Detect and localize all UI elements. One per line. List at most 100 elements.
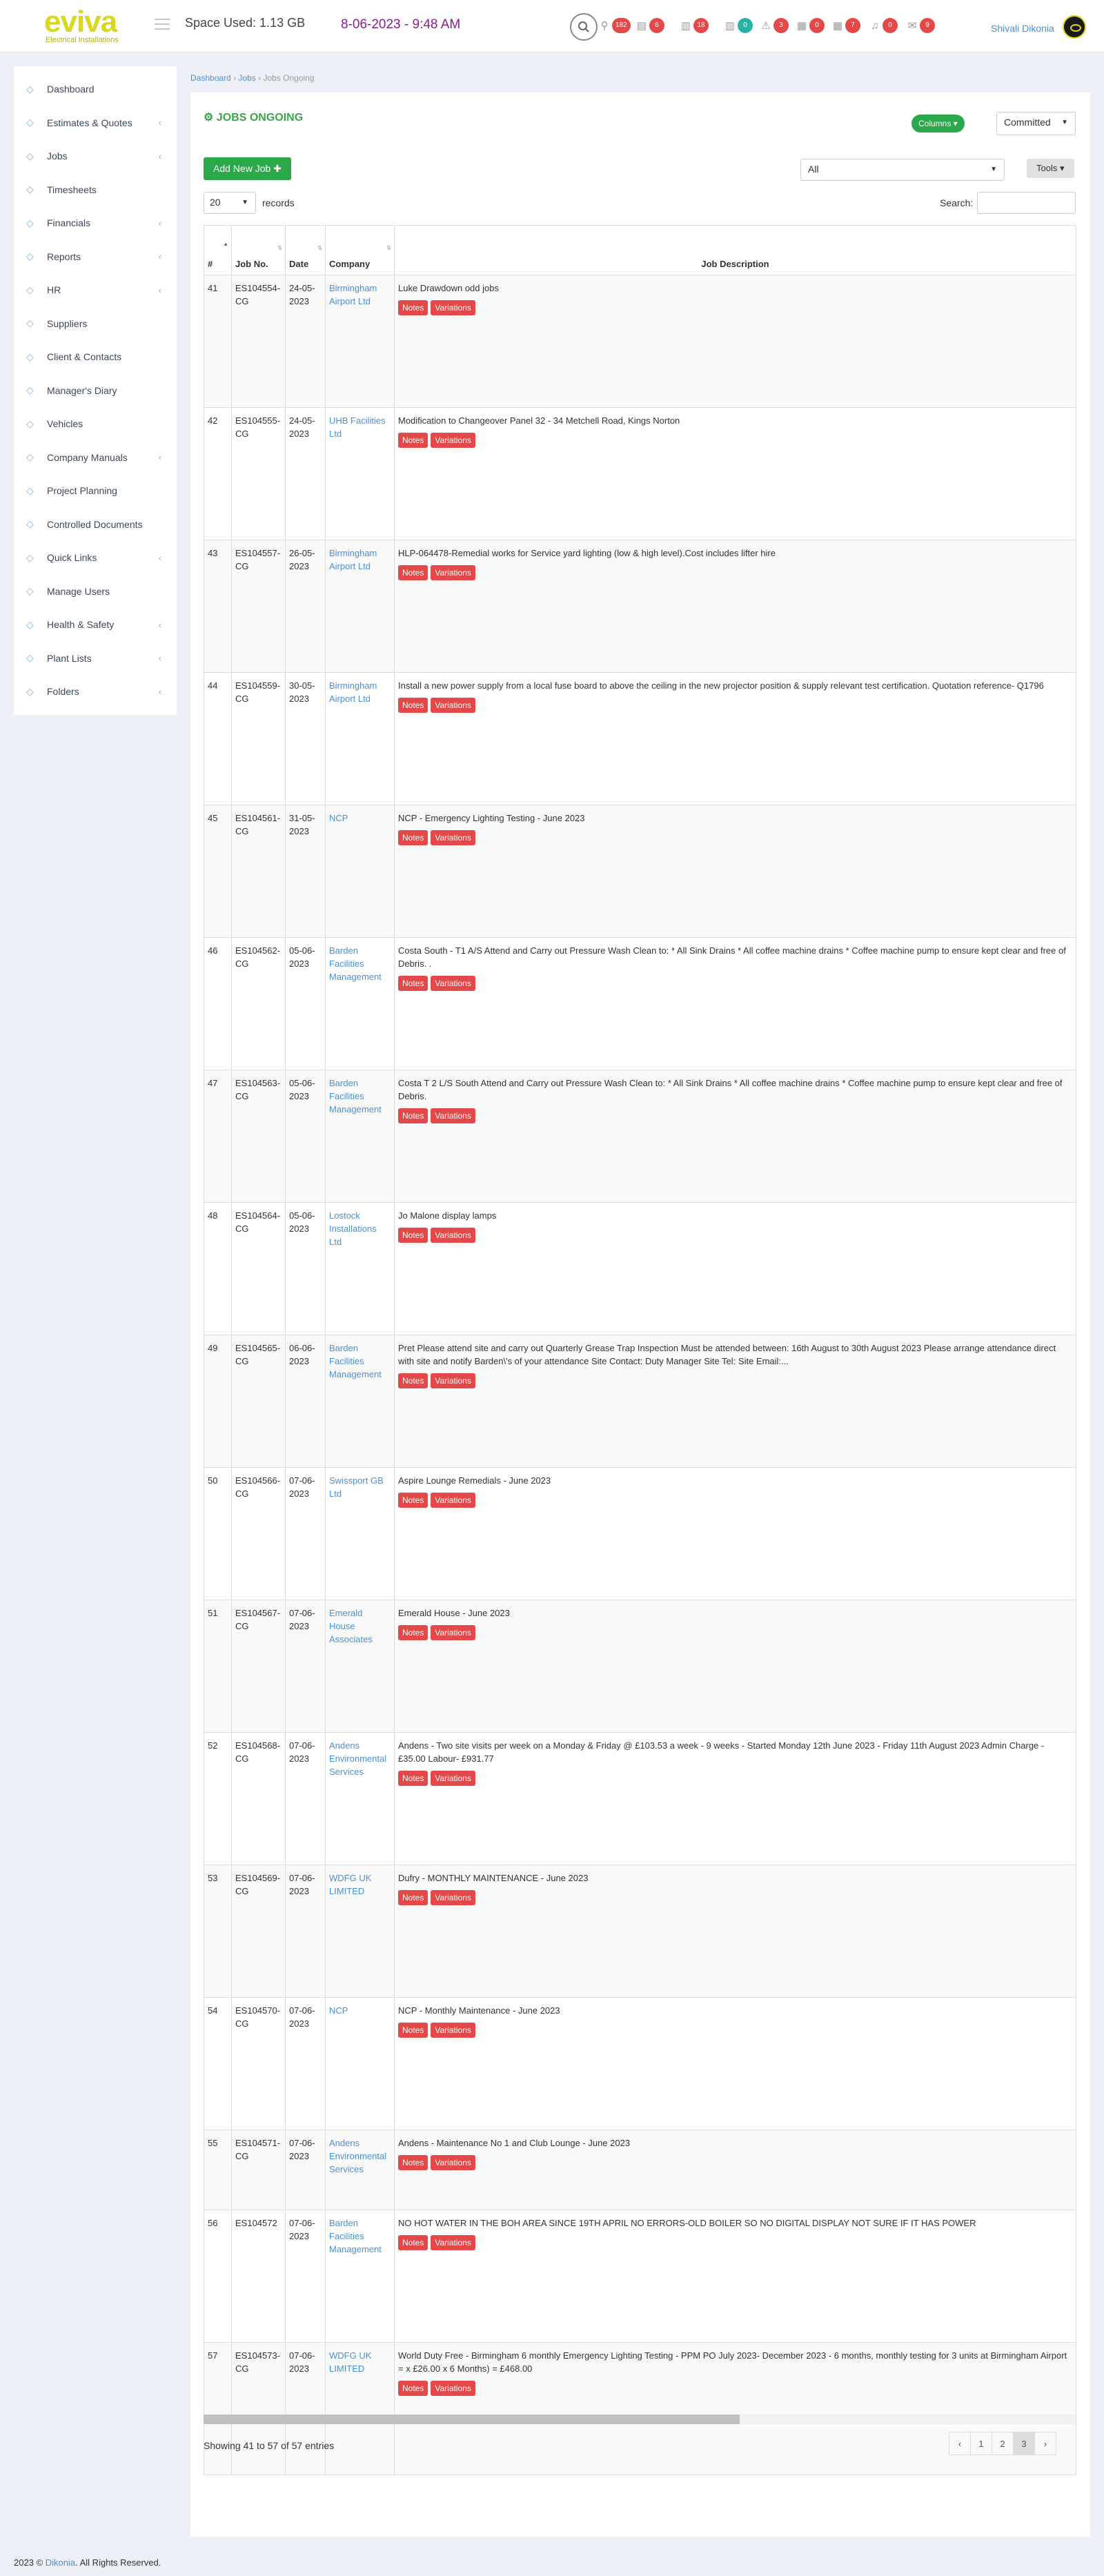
- notes-button[interactable]: Notes: [398, 1625, 428, 1640]
- app-logo[interactable]: eviva Electrical Installations: [44, 7, 119, 45]
- company-link[interactable]: Andens Environmental Services: [325, 1732, 395, 1865]
- job-number[interactable]: ES104554-CG: [231, 275, 286, 408]
- horizontal-scrollbar[interactable]: [204, 2415, 1076, 2424]
- sidebar-item-client-contacts[interactable]: ◇ Client & Contacts: [14, 342, 177, 372]
- notification-filter[interactable]: ⚲ 182: [599, 18, 631, 33]
- notes-button[interactable]: Notes: [398, 2023, 428, 2038]
- variations-button[interactable]: Variations: [431, 830, 475, 845]
- company-link[interactable]: WDFG UK LIMITED: [325, 1865, 395, 1998]
- company-link[interactable]: Barden Facilities Management: [325, 1335, 395, 1468]
- job-number[interactable]: ES104561-CG: [231, 805, 286, 938]
- job-number[interactable]: ES104555-CG: [231, 407, 286, 540]
- notification-warning[interactable]: ⚠ 3: [760, 18, 789, 33]
- variations-button[interactable]: Variations: [431, 2023, 475, 2038]
- columns-button[interactable]: Columns ▾: [911, 115, 965, 132]
- notes-button[interactable]: Notes: [398, 300, 428, 315]
- notification-mail[interactable]: ✉ 9: [907, 18, 935, 33]
- notes-button[interactable]: Notes: [398, 2381, 428, 2396]
- job-number[interactable]: ES104563-CG: [231, 1070, 286, 1203]
- sidebar-item-jobs[interactable]: ◇ Jobs ‹: [14, 141, 177, 171]
- sidebar-item-company-manuals[interactable]: ◇ Company Manuals ‹: [14, 442, 177, 473]
- variations-button[interactable]: Variations: [431, 2235, 475, 2250]
- notes-button[interactable]: Notes: [398, 1108, 428, 1123]
- company-link[interactable]: NCP: [325, 1997, 395, 2130]
- notes-button[interactable]: Notes: [398, 2155, 428, 2170]
- job-number[interactable]: ES104562-CG: [231, 937, 286, 1070]
- notes-button[interactable]: Notes: [398, 976, 428, 991]
- job-number[interactable]: ES104569-CG: [231, 1865, 286, 1998]
- company-link[interactable]: Barden Facilities Management: [325, 937, 395, 1070]
- sidebar-item-manage-users[interactable]: ◇ Manage Users: [14, 576, 177, 607]
- company-link[interactable]: WDFG UK LIMITED: [325, 2342, 395, 2475]
- notification-book-open[interactable]: ▥ 0: [724, 18, 753, 33]
- col-header-date[interactable]: ⇅ Date: [285, 225, 326, 275]
- company-link[interactable]: Birmingham Airport Ltd: [325, 540, 395, 673]
- col-header-job-no[interactable]: ⇅ Job No.: [231, 225, 286, 275]
- variations-button[interactable]: Variations: [431, 1625, 475, 1640]
- company-link[interactable]: Andens Environmental Services: [325, 2130, 395, 2210]
- search-icon[interactable]: [570, 13, 598, 41]
- breadcrumb-jobs[interactable]: Jobs: [238, 73, 255, 83]
- pagination-page-2[interactable]: 2: [992, 2432, 1014, 2455]
- menu-toggle-icon[interactable]: [155, 19, 170, 31]
- company-link[interactable]: Birmingham Airport Ltd: [325, 672, 395, 805]
- status-select[interactable]: Committed ▼: [996, 112, 1076, 135]
- breadcrumb-dashboard[interactable]: Dashboard: [190, 73, 231, 83]
- notes-button[interactable]: Notes: [398, 698, 428, 713]
- tools-button[interactable]: Tools ▾: [1027, 159, 1074, 178]
- job-number[interactable]: ES104573-CG: [231, 2342, 286, 2475]
- col-header-description[interactable]: Job Description: [394, 225, 1076, 275]
- sidebar-item-vehicles[interactable]: ◇ Vehicles: [14, 409, 177, 439]
- sidebar-item-plant-lists[interactable]: ◇ Plant Lists ‹: [14, 643, 177, 674]
- notification-book[interactable]: ▥ 18: [680, 18, 709, 33]
- table-row[interactable]: 46 ES104562-CG 05-06-2023 Barden Facilities…: [204, 937, 1076, 1070]
- sidebar-item-timesheets[interactable]: ◇ Timesheets: [14, 175, 177, 205]
- table-row[interactable]: 54 ES104570-CG 07-06-2023 NCP NCP - Monthly …: [204, 1997, 1076, 2130]
- variations-button[interactable]: Variations: [431, 300, 475, 315]
- sidebar-item-hr[interactable]: ◇ HR ‹: [14, 275, 177, 305]
- notes-button[interactable]: Notes: [398, 830, 428, 845]
- job-number[interactable]: ES104571-CG: [231, 2130, 286, 2210]
- notification-calendar[interactable]: ▦ 0: [796, 18, 825, 33]
- variations-button[interactable]: Variations: [431, 2381, 475, 2396]
- avatar[interactable]: [1063, 15, 1086, 39]
- pagination-page-1[interactable]: 1: [970, 2432, 992, 2455]
- col-header-company[interactable]: ⇅ Company: [325, 225, 395, 275]
- table-row[interactable]: 55 ES104571-CG 07-06-2023 Andens Environmen…: [204, 2130, 1076, 2210]
- table-row[interactable]: 45 ES104561-CG 31-05-2023 NCP NCP - Emergenc…: [204, 805, 1076, 938]
- job-number[interactable]: ES104570-CG: [231, 1997, 286, 2130]
- variations-button[interactable]: Variations: [431, 565, 475, 580]
- sidebar-item-project-planning[interactable]: ◇ Project Planning: [14, 475, 177, 506]
- sidebar-item-folders[interactable]: ◇ Folders ‹: [14, 676, 177, 707]
- company-link[interactable]: Barden Facilities Management: [325, 1070, 395, 1203]
- table-row[interactable]: 51 ES104567-CG 07-06-2023 Emerald House Ass…: [204, 1600, 1076, 1733]
- table-row[interactable]: 52 ES104568-CG 07-06-2023 Andens Environmen…: [204, 1732, 1076, 1865]
- sidebar-item-estimates-quotes[interactable]: ◇ Estimates & Quotes ‹: [14, 108, 177, 138]
- variations-button[interactable]: Variations: [431, 2155, 475, 2170]
- company-link[interactable]: Swissport GB Ltd: [325, 1467, 395, 1600]
- sidebar-item-controlled-documents[interactable]: ◇ Controlled Documents: [14, 509, 177, 540]
- table-row[interactable]: 53 ES104569-CG 07-06-2023 WDFG UK LIMITED Du…: [204, 1865, 1076, 1998]
- table-row[interactable]: 47 ES104563-CG 05-06-2023 Barden Facilities…: [204, 1070, 1076, 1203]
- table-row[interactable]: 41 ES104554-CG 24-05-2023 Birmingham Airpor…: [204, 275, 1076, 408]
- job-number[interactable]: ES104565-CG: [231, 1335, 286, 1468]
- notification-doc[interactable]: ▤ 6: [636, 18, 664, 33]
- table-row[interactable]: 57 ES104573-CG 07-06-2023 WDFG UK LIMITED Wo…: [204, 2342, 1076, 2475]
- notification-calendar2[interactable]: ▦ 7: [832, 18, 860, 33]
- company-link[interactable]: Dikonia: [46, 2557, 75, 2568]
- job-number[interactable]: ES104564-CG: [231, 1202, 286, 1335]
- sidebar-item-suppliers[interactable]: ◇ Suppliers: [14, 308, 177, 339]
- notes-button[interactable]: Notes: [398, 1890, 428, 1905]
- variations-button[interactable]: Variations: [431, 1228, 475, 1243]
- job-number[interactable]: ES104567-CG: [231, 1600, 286, 1733]
- search-input[interactable]: [977, 192, 1076, 214]
- notes-button[interactable]: Notes: [398, 1771, 428, 1786]
- table-row[interactable]: 49 ES104565-CG 06-06-2023 Barden Facilities…: [204, 1335, 1076, 1468]
- user-name[interactable]: Shivali Dikonia: [991, 23, 1054, 34]
- variations-button[interactable]: Variations: [431, 1493, 475, 1508]
- company-link[interactable]: UHB Facilities Ltd: [325, 407, 395, 540]
- variations-button[interactable]: Variations: [431, 1890, 475, 1905]
- pagination-prev-button[interactable]: ‹: [949, 2432, 971, 2455]
- page-size-select[interactable]: 20 ▼: [204, 192, 256, 214]
- variations-button[interactable]: Variations: [431, 1373, 475, 1388]
